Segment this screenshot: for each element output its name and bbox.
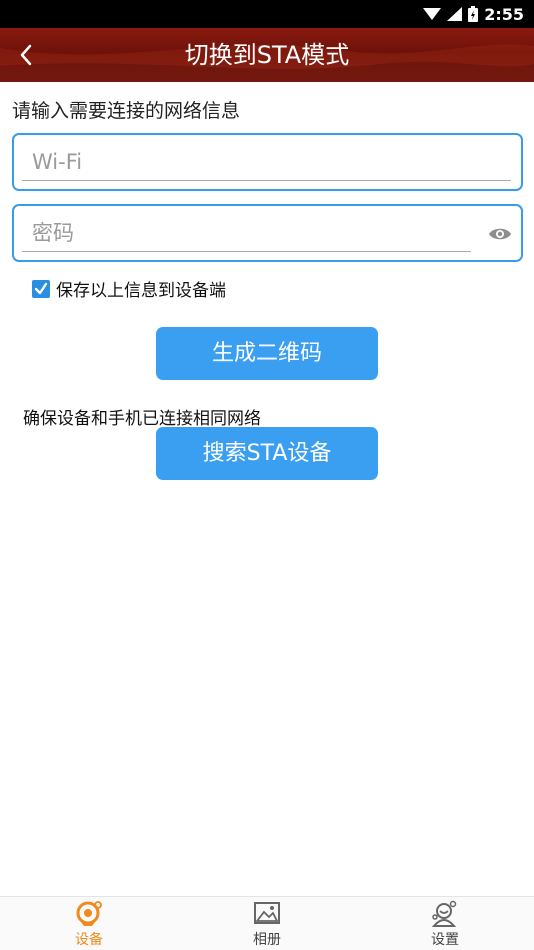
wifi-input[interactable] xyxy=(22,145,511,179)
battery-icon xyxy=(468,6,479,22)
tab-devices[interactable]: 设备 xyxy=(0,897,178,950)
generate-qr-button[interactable]: 生成二维码 xyxy=(156,327,378,380)
remember-label: 保存以上信息到设备端 xyxy=(56,281,226,301)
status-bar: 2:55 xyxy=(0,0,534,28)
settings-person-icon xyxy=(431,900,457,927)
tab-settings-label: 设置 xyxy=(431,932,459,948)
remember-checkbox[interactable] xyxy=(32,279,50,298)
tab-album[interactable]: 相册 xyxy=(178,897,356,950)
network-notice: 确保设备和手机已连接相同网络 xyxy=(23,409,261,429)
password-field[interactable] xyxy=(12,204,523,262)
bottom-tab-bar: 设备 相册 设置 xyxy=(0,896,534,950)
tab-settings[interactable]: 设置 xyxy=(356,897,534,950)
section-title: 请输入需要连接的网络信息 xyxy=(12,100,241,122)
gallery-icon xyxy=(254,902,280,924)
status-time: 2:55 xyxy=(484,4,524,24)
wifi-icon xyxy=(423,7,442,21)
tab-devices-label: 设备 xyxy=(75,932,103,948)
password-input[interactable] xyxy=(22,216,471,250)
app-header: 切换到STA模式 xyxy=(0,28,534,82)
wifi-input-underline xyxy=(22,145,511,181)
wifi-field[interactable] xyxy=(12,133,523,191)
eye-icon[interactable] xyxy=(488,225,512,243)
tab-album-label: 相册 xyxy=(253,932,281,948)
signal-icon xyxy=(447,7,463,21)
remember-option[interactable]: 保存以上信息到设备端 xyxy=(32,276,226,301)
checkmark-icon xyxy=(34,282,48,294)
search-sta-button[interactable]: 搜索STA设备 xyxy=(156,427,378,480)
page: 2:55 切换到STA模式 请输入需要连接的网络信息 Wi-Fi 保存以上信息到… xyxy=(0,0,534,950)
password-input-underline xyxy=(22,216,471,252)
camera-icon xyxy=(76,901,102,926)
page-title: 切换到STA模式 xyxy=(184,41,350,69)
